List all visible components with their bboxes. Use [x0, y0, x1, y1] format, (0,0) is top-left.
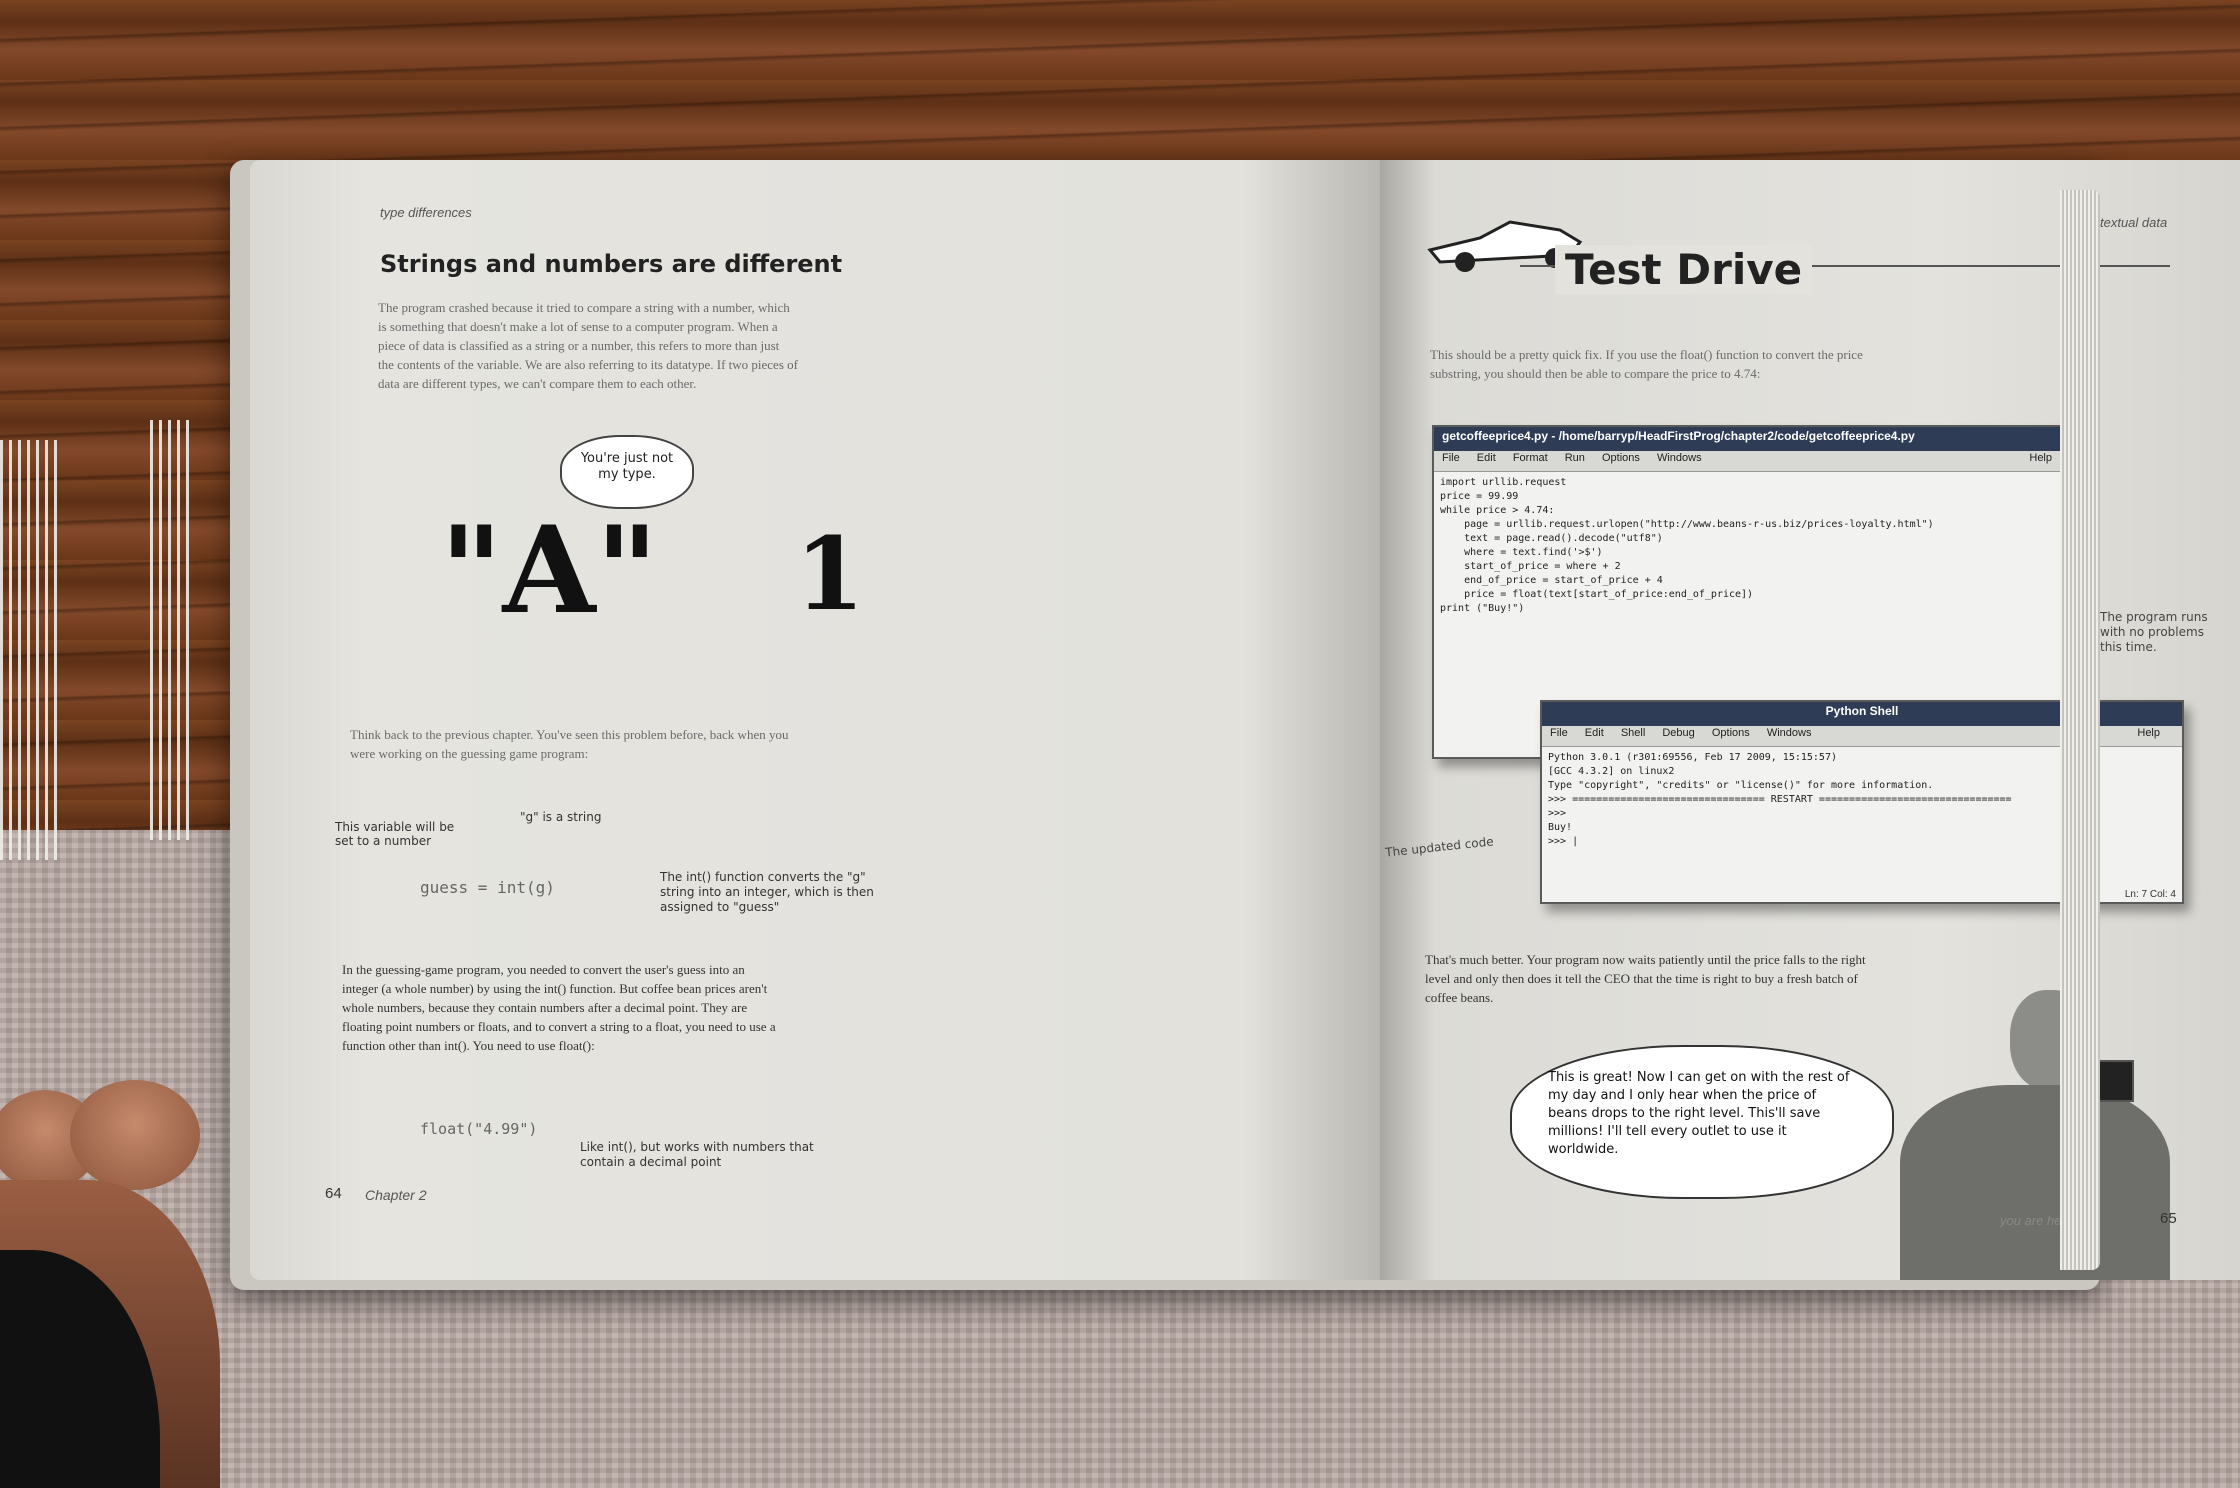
left-intro: The program crashed because it tried to …	[378, 300, 798, 391]
shell-menu-windows[interactable]: Windows	[1767, 727, 1812, 739]
code-line: where = text.find('>$')	[1440, 547, 1603, 558]
code-line: price = float(text[start_of_price:end_of…	[1440, 589, 1754, 600]
code-line: import urllib.request	[1440, 477, 1567, 488]
note-var: This variable will be set to a number	[335, 820, 455, 848]
shell-menu-file[interactable]: File	[1550, 727, 1568, 739]
left-heading: Strings and numbers are different	[380, 250, 843, 278]
right-heading: Test Drive	[1555, 245, 1813, 294]
code-line: print ("Buy!")	[1440, 603, 1525, 614]
editor-menu-windows[interactable]: Windows	[1657, 452, 1702, 464]
editor-code[interactable]: import urllib.request price = 99.99 whil…	[1434, 472, 2074, 620]
right-page-number: 65	[2160, 1210, 2177, 1227]
editor-menu-options[interactable]: Options	[1602, 452, 1640, 464]
code-line: end_of_price = start_of_price + 4	[1440, 575, 1663, 586]
editor-menubar: File Edit Format Run Options Windows Hel…	[1434, 451, 2074, 472]
shell-menu-help[interactable]: Help	[2137, 727, 2160, 739]
left-page-number: 64	[325, 1185, 342, 1202]
left-chapter: Chapter 2	[365, 1187, 427, 1203]
note-float: Like int(), but works with numbers that …	[580, 1140, 814, 1169]
speech-bubble: This is great! Now I can get on with the…	[1510, 1045, 1894, 1199]
editor-menu-file[interactable]: File	[1442, 452, 1460, 464]
speech-text: This is great! Now I can get on with the…	[1548, 1070, 1850, 1157]
note-int: The int() function converts the "g" stri…	[660, 870, 874, 914]
editor-menu-edit[interactable]: Edit	[1477, 452, 1496, 464]
code-line: start_of_price = where + 2	[1440, 561, 1621, 572]
editor-title[interactable]: getcoffeeprice4.py - /home/barryp/HeadFi…	[1434, 427, 2074, 451]
editor-menu-help[interactable]: Help	[2029, 452, 2052, 464]
shell-menu-shell[interactable]: Shell	[1621, 727, 1645, 739]
right-para2: That's much better. Your program now wai…	[1425, 952, 1866, 1005]
type-bubble-text: You're just not my type.	[580, 451, 674, 482]
big-string-a: "A"	[440, 500, 659, 641]
code-line: while price > 4.74:	[1440, 505, 1555, 516]
right-intro: This should be a pretty quick fix. If yo…	[1430, 347, 1863, 381]
shell-menu-options[interactable]: Options	[1712, 727, 1750, 739]
page-edges	[2060, 190, 2100, 1270]
rug-fringe-left-2	[150, 420, 190, 840]
type-bubble: You're just not my type.	[560, 435, 694, 509]
right-running-head: textual data	[2100, 215, 2168, 230]
rug-fringe-left	[0, 440, 60, 860]
code-float: float("4.99")	[420, 1120, 538, 1138]
editor-menu-format[interactable]: Format	[1513, 452, 1548, 464]
left-para3: In the guessing-game program, you needed…	[342, 962, 776, 1053]
note-updated: The updated code	[1384, 834, 1495, 860]
left-running-head: type differences	[380, 205, 472, 220]
big-number-1: 1	[795, 515, 865, 633]
code-guess: guess = int(g)	[420, 878, 555, 897]
code-line: price = 99.99	[1440, 491, 1519, 502]
left-para2: Think back to the previous chapter. You'…	[350, 727, 789, 761]
shell-menu-debug[interactable]: Debug	[1662, 727, 1694, 739]
open-book: type differences Strings and numbers are…	[230, 160, 2240, 1290]
right-page: textual data Test Drive This should be a…	[1380, 160, 2240, 1280]
note-runs: The program runs with no problems this t…	[2100, 610, 2208, 654]
code-line: page = urllib.request.urlopen("http://ww…	[1440, 519, 1934, 530]
editor-menu-run[interactable]: Run	[1565, 452, 1585, 464]
man-photo	[1900, 990, 2200, 1280]
shell-status: Ln: 7 Col: 4	[2124, 889, 2176, 900]
code-line: text = page.read().decode("utf8")	[1440, 533, 1663, 544]
big-toe	[70, 1080, 200, 1190]
note-g: "g" is a string	[520, 810, 602, 824]
left-page: type differences Strings and numbers are…	[250, 160, 1380, 1280]
shell-menu-edit[interactable]: Edit	[1585, 727, 1604, 739]
